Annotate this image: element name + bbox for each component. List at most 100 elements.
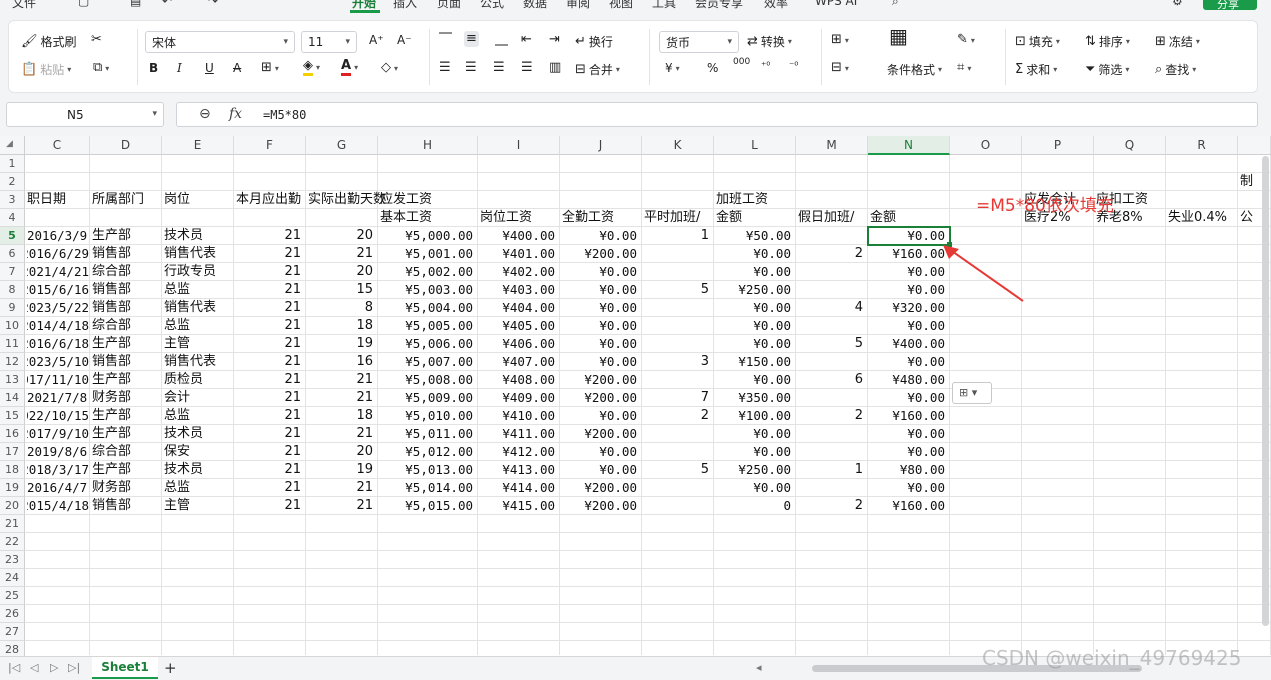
name-box[interactable]: N5 ▾ xyxy=(6,102,164,127)
cell-c5[interactable]: 2016/3/9 xyxy=(27,227,89,245)
cell-d16[interactable]: 生产部 xyxy=(92,425,161,443)
cell-f10[interactable]: 21 xyxy=(236,317,305,335)
sum-button[interactable]: Σ 求和 ▾ xyxy=(1015,61,1057,78)
cell-n13[interactable]: ¥480.00 xyxy=(870,371,949,389)
row-header-8[interactable]: 8 xyxy=(0,281,25,299)
cell-j7[interactable]: ¥0.00 xyxy=(562,263,641,281)
cell-g17[interactable]: 20 xyxy=(308,443,377,461)
cell-e19[interactable]: 总监 xyxy=(164,479,233,497)
cell-k19[interactable] xyxy=(644,479,713,497)
cell-h3[interactable]: 应发工资 xyxy=(380,191,477,209)
sort-button[interactable]: ⇅ 排序 ▾ xyxy=(1085,33,1130,50)
convert-button[interactable]: ⇄ 转换 ▾ xyxy=(747,33,792,50)
cell-n17[interactable]: ¥0.00 xyxy=(870,443,949,461)
cell-d10[interactable]: 综合部 xyxy=(92,317,161,335)
indent-decrease-button[interactable]: ⇤ xyxy=(521,33,532,47)
cell-m15[interactable]: 2 xyxy=(798,407,867,425)
cell-f20[interactable]: 21 xyxy=(236,497,305,515)
cell-f18[interactable]: 21 xyxy=(236,461,305,479)
cell-e6[interactable]: 销售代表 xyxy=(164,245,233,263)
cell-l9[interactable]: ¥0.00 xyxy=(716,299,795,317)
cell-l16[interactable]: ¥0.00 xyxy=(716,425,795,443)
cell-g9[interactable]: 8 xyxy=(308,299,377,317)
cell-i14[interactable]: ¥409.00 xyxy=(480,389,559,407)
fx-icon[interactable]: fx xyxy=(229,106,242,122)
cell-m10[interactable] xyxy=(798,317,867,335)
cell-i18[interactable]: ¥413.00 xyxy=(480,461,559,479)
paste-options-button[interactable]: ⊞ ▾ xyxy=(952,382,992,404)
row-header-16[interactable]: 16 xyxy=(0,425,25,443)
cell-k12[interactable]: 3 xyxy=(644,353,713,371)
row-header-4[interactable]: 4 xyxy=(0,209,25,227)
menu-wps-ai[interactable]: WPS AI xyxy=(815,0,857,8)
find-button[interactable]: ⌕ 查找 ▾ xyxy=(1155,61,1196,78)
cell-d3[interactable]: 所属部门 xyxy=(92,191,161,209)
cell-f19[interactable]: 21 xyxy=(236,479,305,497)
cell-l4[interactable]: 金额 xyxy=(716,209,795,227)
cell-k13[interactable] xyxy=(644,371,713,389)
cell-m13[interactable]: 6 xyxy=(798,371,867,389)
row-header-23[interactable]: 23 xyxy=(0,551,25,569)
cell-j11[interactable]: ¥0.00 xyxy=(562,335,641,353)
cell-l19[interactable]: ¥0.00 xyxy=(716,479,795,497)
cell-h12[interactable]: ¥5,007.00 xyxy=(380,353,477,371)
wrap-text-button[interactable]: ↵ 换行 xyxy=(575,33,613,50)
cell-j4[interactable]: 全勤工资 xyxy=(562,209,641,227)
add-sheet-icon[interactable]: + xyxy=(164,659,177,677)
cell-m17[interactable] xyxy=(798,443,867,461)
select-all-corner[interactable]: ◢ xyxy=(0,136,25,155)
cell-c19[interactable]: 2016/4/7 xyxy=(27,479,89,497)
increase-decimal-button[interactable]: ⁺⁰ xyxy=(761,61,770,72)
percent-format-button[interactable]: % xyxy=(707,61,718,75)
quick-redo-icon[interactable]: ↷ xyxy=(208,0,218,8)
row-header-15[interactable]: 15 xyxy=(0,407,25,425)
cell-g6[interactable]: 21 xyxy=(308,245,377,263)
cell-n12[interactable]: ¥0.00 xyxy=(870,353,949,371)
indent-increase-button[interactable]: ⇥ xyxy=(549,33,560,47)
cell-k4[interactable]: 平时加班/ xyxy=(644,209,713,227)
freeze-button[interactable]: ⊞ 冻结 ▾ xyxy=(1155,33,1200,50)
cell-g12[interactable]: 16 xyxy=(308,353,377,371)
fill-color-button[interactable]: ◈ ▾ xyxy=(303,59,320,76)
cell-i10[interactable]: ¥405.00 xyxy=(480,317,559,335)
cell-e13[interactable]: 质检员 xyxy=(164,371,233,389)
cell-h20[interactable]: ¥5,015.00 xyxy=(380,497,477,515)
cell-i8[interactable]: ¥403.00 xyxy=(480,281,559,299)
cell-k7[interactable] xyxy=(644,263,713,281)
column-header-f[interactable]: F xyxy=(234,136,306,155)
cell-g14[interactable]: 21 xyxy=(308,389,377,407)
currency-format-button[interactable]: ¥ ▾ xyxy=(665,61,680,75)
cell-j12[interactable]: ¥0.00 xyxy=(562,353,641,371)
cell-h8[interactable]: ¥5,003.00 xyxy=(380,281,477,299)
row-header-18[interactable]: 18 xyxy=(0,461,25,479)
cell-c6[interactable]: 2016/6/29 xyxy=(27,245,89,263)
decrease-decimal-button[interactable]: ⁻⁰ xyxy=(789,61,798,72)
last-sheet-icon[interactable]: ▷| xyxy=(68,661,80,674)
cell-j9[interactable]: ¥0.00 xyxy=(562,299,641,317)
cell-c9[interactable]: 2023/5/22 xyxy=(27,299,89,317)
cell-h5[interactable]: ¥5,000.00 xyxy=(380,227,477,245)
cell-e11[interactable]: 主管 xyxy=(164,335,233,353)
font-size-select[interactable]: 11 ▾ xyxy=(301,31,357,53)
cell-l17[interactable]: ¥0.00 xyxy=(716,443,795,461)
cell-k14[interactable]: 7 xyxy=(644,389,713,407)
row-header-22[interactable]: 22 xyxy=(0,533,25,551)
row-header-3[interactable]: 3 xyxy=(0,191,25,209)
menu-view[interactable]: 视图 xyxy=(609,0,633,11)
row-header-2[interactable]: 2 xyxy=(0,173,25,191)
cell-c17[interactable]: 2019/8/6 xyxy=(27,443,89,461)
cell-n15[interactable]: ¥160.00 xyxy=(870,407,949,425)
italic-button[interactable]: I xyxy=(177,61,182,75)
align-center-button[interactable]: ☰ xyxy=(465,61,477,75)
cell-j20[interactable]: ¥200.00 xyxy=(562,497,641,515)
cell-e9[interactable]: 销售代表 xyxy=(164,299,233,317)
cell-l8[interactable]: ¥250.00 xyxy=(716,281,795,299)
cell-l18[interactable]: ¥250.00 xyxy=(716,461,795,479)
row-header-26[interactable]: 26 xyxy=(0,605,25,623)
thousands-format-button[interactable]: 000 xyxy=(733,57,750,67)
cell-k5[interactable]: 1 xyxy=(644,227,713,245)
align-middle-button[interactable]: ≡ xyxy=(464,31,479,47)
cell-e18[interactable]: 技术员 xyxy=(164,461,233,479)
paste-button[interactable]: 📋 粘贴 ▾ xyxy=(21,61,71,78)
conditional-format-label-button[interactable]: 条件格式 ▾ xyxy=(887,61,942,78)
